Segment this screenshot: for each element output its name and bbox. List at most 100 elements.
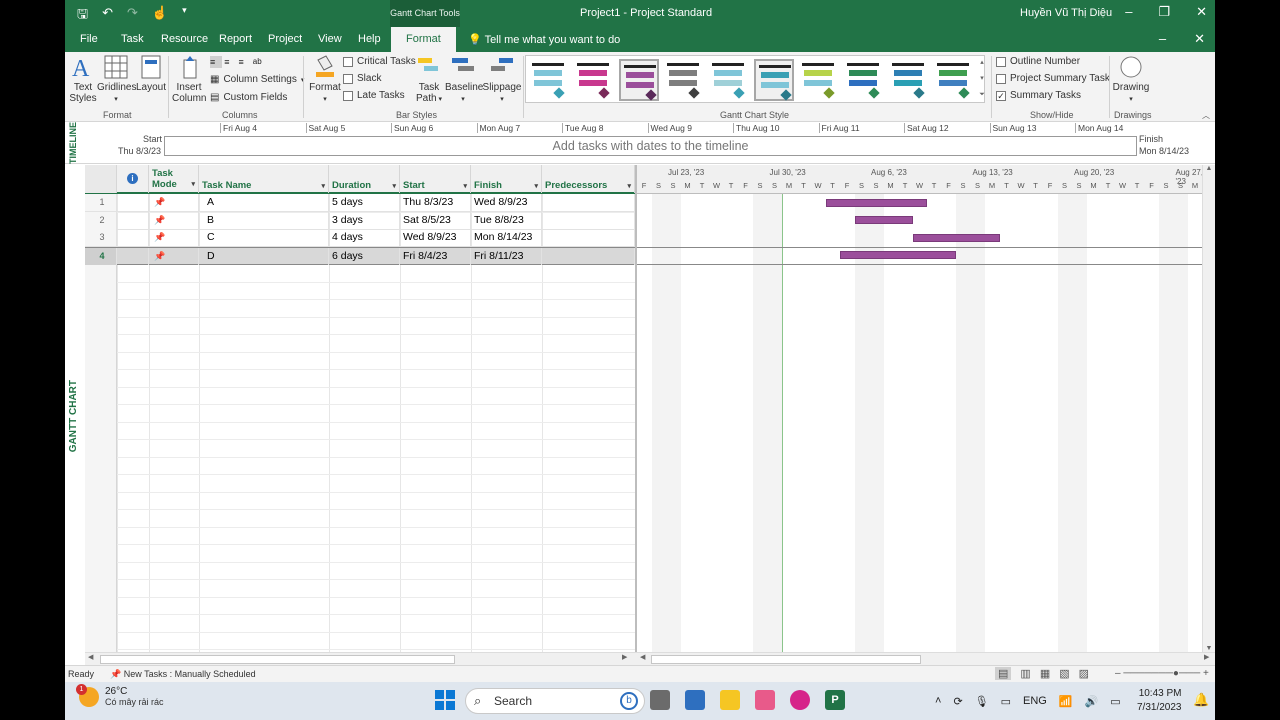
finish-header[interactable]: Finish ▾	[471, 165, 542, 193]
start-cell[interactable]: Wed 8/9/23	[400, 229, 471, 246]
predecessors-cell[interactable]	[542, 194, 635, 211]
gantt-view-icon[interactable]: ▤	[995, 667, 1012, 680]
finish-cell[interactable]: Mon 8/14/23	[471, 229, 542, 246]
task-usage-icon[interactable]: ▥	[1020, 667, 1030, 680]
table-row[interactable]: 1 📌 A 5 days Thu 8/3/23 Wed 8/9/23	[85, 194, 635, 212]
tab-help[interactable]: Help	[358, 33, 381, 45]
gantt-style-option[interactable]	[844, 59, 884, 101]
camera-app-icon[interactable]	[650, 690, 670, 710]
gantt-style-option[interactable]	[754, 59, 794, 101]
duration-cell[interactable]: 4 days	[329, 229, 400, 246]
predecessors-header[interactable]: Predecessors ▾	[542, 165, 635, 193]
tab-resource[interactable]: Resource	[161, 33, 208, 45]
tell-me-box[interactable]: 💡 Tell me what you want to do	[468, 33, 620, 46]
touch-mode-icon[interactable]: ☝	[152, 5, 168, 27]
align-center-icon[interactable]: ≡	[224, 56, 236, 68]
align-right-icon[interactable]: ≡	[239, 56, 251, 68]
chart-scroll-right[interactable]: ▶	[1204, 653, 1209, 661]
task-mode-cell[interactable]: 📌	[149, 211, 199, 229]
tab-view[interactable]: View	[318, 33, 342, 45]
duration-header[interactable]: Duration ▾	[329, 165, 400, 193]
task-name-cell[interactable]: A	[199, 194, 329, 211]
tray-overflow-icon[interactable]: ˄	[935, 695, 941, 707]
microphone-icon[interactable]: 🎙	[975, 695, 989, 708]
browser-app-icon[interactable]	[790, 690, 810, 710]
outline-number-checkbox[interactable]: Outline Number	[996, 56, 1080, 67]
save-icon[interactable]: 🖫	[77, 5, 88, 27]
text-styles-button[interactable]: A Text Styles	[68, 54, 98, 104]
tab-task[interactable]: Task	[121, 33, 144, 45]
select-all-corner[interactable]	[85, 165, 117, 193]
ribbon-close-icon[interactable]: ✕	[1194, 31, 1205, 47]
finish-cell[interactable]: Tue 8/8/23	[471, 211, 542, 229]
gantt-style-option[interactable]	[934, 59, 974, 101]
media-app-icon[interactable]	[755, 690, 775, 710]
windows-start-icon[interactable]	[435, 690, 455, 710]
wrap-text-icon[interactable]: ab	[253, 56, 265, 68]
wifi-icon[interactable]: 📶	[1059, 695, 1073, 708]
gantt-style-option[interactable]	[529, 59, 569, 101]
predecessors-cell[interactable]	[542, 229, 635, 246]
gantt-style-option[interactable]	[709, 59, 749, 101]
new-tasks-mode[interactable]: 📌 New Tasks : Manually Scheduled	[110, 669, 256, 680]
gantt-style-option[interactable]	[664, 59, 704, 101]
gantt-style-option[interactable]	[889, 59, 929, 101]
critical-tasks-checkbox[interactable]: Critical Tasks	[343, 56, 416, 67]
tab-file[interactable]: File	[80, 33, 98, 45]
summary-tasks-checkbox[interactable]: ✓ Summary Tasks	[996, 90, 1081, 101]
chart-scroll-thumb[interactable]	[651, 655, 921, 664]
taskbar-search[interactable]: ⌕ Search b	[465, 688, 645, 714]
align-left-icon[interactable]: ≡	[210, 56, 223, 68]
timeline-bar[interactable]: Add tasks with dates to the timeline	[164, 136, 1137, 156]
predecessors-cell[interactable]	[542, 247, 635, 265]
task-mode-cell[interactable]: 📌	[149, 194, 199, 211]
close-icon[interactable]: ✕	[1196, 4, 1207, 20]
task-bar[interactable]	[825, 198, 927, 207]
task-bar[interactable]	[854, 216, 913, 224]
team-planner-icon[interactable]: ▦	[1040, 667, 1050, 680]
scroll-down-arrow[interactable]: ▼	[1203, 645, 1215, 652]
column-settings-button[interactable]: ▦Column Settings▾	[210, 74, 304, 85]
chart-scroll-left[interactable]: ◀	[640, 653, 645, 661]
language-indicator[interactable]: ENG	[1023, 695, 1047, 707]
sync-icon[interactable]: ⟳	[953, 695, 962, 708]
task-path-button[interactable]: Task Path ▾	[413, 54, 445, 104]
task-bar[interactable]	[840, 251, 956, 259]
gantt-style-option[interactable]	[619, 59, 659, 101]
start-header[interactable]: Start ▾	[400, 165, 471, 193]
baseline-button[interactable]: Baseline ▾	[445, 54, 483, 104]
task-mode-cell[interactable]: 📌	[149, 229, 199, 246]
finish-cell[interactable]: Fri 8/11/23	[471, 247, 542, 265]
gantt-style-option[interactable]	[799, 59, 839, 101]
insert-column-button[interactable]: Insert Column	[172, 54, 206, 104]
project-app-icon[interactable]: P	[825, 690, 845, 710]
start-cell[interactable]: Thu 8/3/23	[400, 194, 471, 211]
scroll-up-arrow[interactable]: ▲	[1203, 165, 1215, 172]
drawing-button[interactable]: Drawing ▾	[1111, 54, 1151, 104]
task-bar[interactable]	[912, 233, 1000, 242]
task-name-cell[interactable]: D	[199, 247, 329, 265]
weather-widget[interactable]: 1 26°C Có mây rải rác	[76, 683, 164, 707]
tab-format[interactable]: Format	[391, 27, 456, 52]
project-summary-task-checkbox[interactable]: Project Summary Task	[996, 73, 1110, 84]
ribbon-minimize-icon[interactable]: –	[1159, 31, 1166, 47]
task-name-header[interactable]: Task Name ▾	[199, 165, 329, 193]
table-scroll-thumb[interactable]	[100, 655, 455, 664]
taskbar-clock[interactable]: 10:43 PM 7/31/2023	[1137, 687, 1182, 715]
duration-cell[interactable]: 3 days	[329, 211, 400, 229]
collapse-ribbon-icon[interactable]: ︿	[1202, 110, 1210, 121]
table-scroll-left[interactable]: ◀	[88, 653, 93, 661]
mail-app-icon[interactable]	[685, 690, 705, 710]
volume-icon[interactable]: 🔊	[1085, 695, 1099, 708]
user-name[interactable]: Huyền Vũ Thị Diệu	[1020, 7, 1112, 19]
battery-icon[interactable]: ▭	[1110, 695, 1120, 708]
report-view-icon[interactable]: ▨	[1079, 667, 1089, 680]
slack-checkbox[interactable]: Slack	[343, 73, 381, 84]
table-scroll-right[interactable]: ▶	[622, 653, 627, 661]
task-name-cell[interactable]: C	[199, 229, 329, 246]
notification-bell-icon[interactable]: 🔔	[1193, 692, 1209, 708]
custom-fields-button[interactable]: ▤ Custom Fields	[210, 92, 287, 103]
task-mode-cell[interactable]: 📌	[149, 247, 199, 265]
resource-sheet-icon[interactable]: ▧	[1059, 667, 1069, 680]
table-row[interactable]: 3 📌 C 4 days Wed 8/9/23 Mon 8/14/23	[85, 229, 635, 247]
